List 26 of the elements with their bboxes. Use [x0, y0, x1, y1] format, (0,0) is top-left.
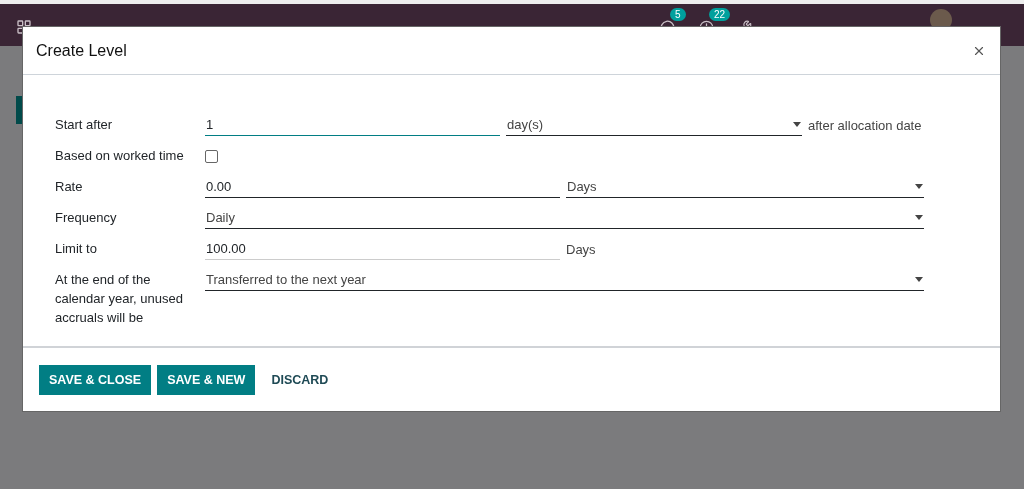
save-button[interactable]: SAVE & CLOSE	[39, 364, 152, 395]
caret-icon	[793, 122, 801, 127]
select-field[interactable]: Transferred to the next year	[205, 270, 924, 291]
discard-button[interactable]: DISCARD	[261, 364, 339, 395]
caret-icon	[915, 215, 923, 220]
input-field[interactable]: 1	[205, 115, 500, 136]
field-label: Start after	[55, 116, 114, 134]
caret-icon	[915, 277, 923, 282]
dialog-title: Create Level	[36, 41, 127, 60]
field-suffix: after allocation date	[808, 118, 923, 135]
select-field[interactable]: day(s)	[506, 115, 802, 136]
input-field[interactable]: 0.00	[205, 177, 560, 198]
input-field[interactable]: 100.00	[205, 239, 560, 260]
field-label: Limit to	[55, 240, 98, 258]
caret-icon	[915, 184, 923, 189]
save-button[interactable]: SAVE & NEW	[157, 364, 256, 395]
select-field[interactable]: Days	[566, 177, 924, 198]
count-badge: 5	[670, 7, 686, 21]
field-suffix: Days	[566, 242, 597, 259]
checkbox[interactable]	[205, 150, 218, 163]
field-label: At the end of the calendar year, unused accruals will be	[55, 271, 184, 327]
field-label: Frequency	[55, 209, 118, 227]
field-label: Rate	[55, 178, 84, 196]
field-label: Based on worked time	[55, 147, 185, 165]
select-field[interactable]: Daily	[205, 208, 924, 229]
count-badge: 22	[709, 7, 731, 21]
